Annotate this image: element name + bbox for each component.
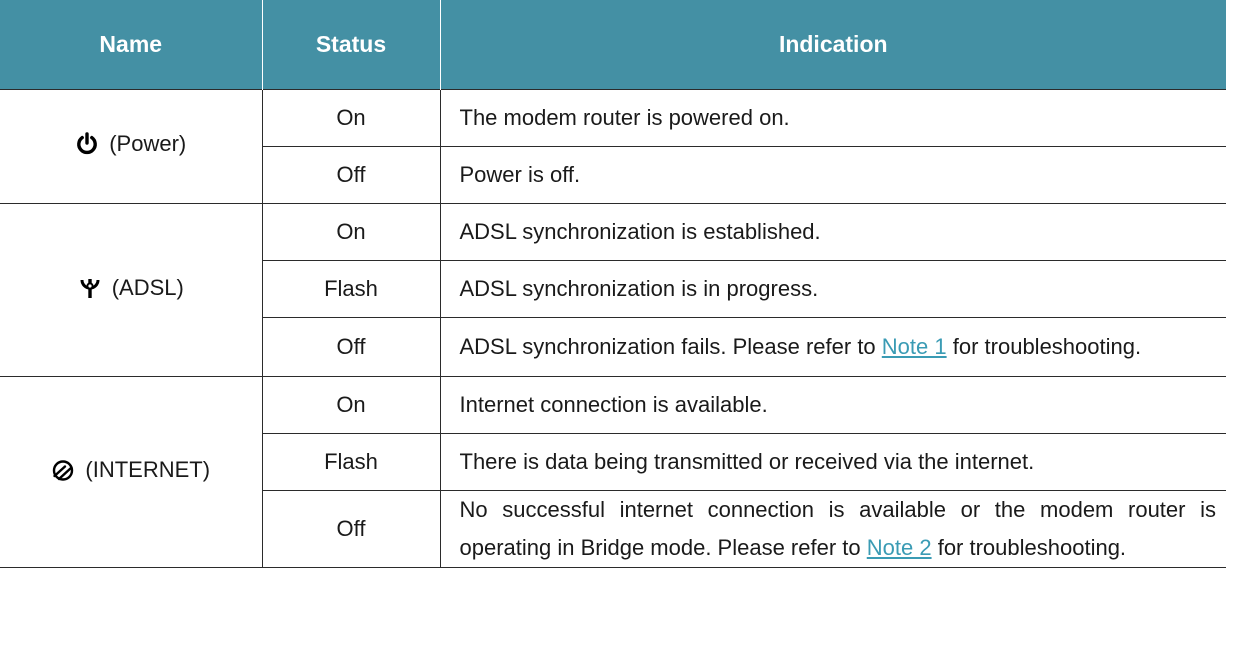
table-row: (INTERNET) On Internet connection is ava… [0, 376, 1226, 568]
indication-cell: ADSL synchronization is established. [439, 203, 1226, 261]
note-1-link[interactable]: Note 1 [882, 334, 947, 359]
status-cell: On [261, 89, 441, 147]
indication-text: ADSL synchronization fails. Please refer… [459, 334, 876, 359]
status-cell: Flash [262, 433, 441, 491]
status-cell: Off [262, 317, 441, 377]
table-header-row: Name Status Indication [0, 0, 1226, 90]
status-cell: On [261, 203, 441, 261]
adsl-icon [78, 276, 102, 300]
led-name-internet: (INTERNET) [0, 376, 263, 568]
status-cell: On [261, 376, 441, 434]
indication-cell: No successful internet connection is ava… [439, 490, 1226, 568]
indication-cell: There is data being transmitted or recei… [439, 433, 1226, 491]
led-label-adsl: (ADSL) [111, 274, 184, 300]
header-name: Name [0, 0, 262, 90]
indication-text: for troubleshooting. [937, 535, 1127, 560]
led-label-internet: (INTERNET) [85, 456, 211, 482]
indication-cell: ADSL synchronization fails. Please refer… [439, 317, 1226, 377]
indication-cell: Internet connection is available. [439, 376, 1226, 434]
led-name-power: (Power) [0, 89, 263, 204]
status-cell: Off [262, 490, 441, 568]
led-name-adsl: (ADSL) [0, 203, 263, 377]
table-row: (Power) On The modem router is powered o… [0, 89, 1226, 204]
note-2-link[interactable]: Note 2 [867, 535, 932, 560]
header-status: Status [261, 0, 440, 90]
indication-cell: The modem router is powered on. [439, 89, 1226, 147]
led-label-power: (Power) [109, 131, 187, 156]
status-cell: Off [262, 146, 441, 204]
table-row: (ADSL) On ADSL synchronization is establ… [0, 203, 1226, 377]
led-indication-table: Name Status Indication (Power) On The mo… [0, 0, 1226, 568]
status-cell: Flash [262, 260, 441, 318]
header-indication: Indication [439, 0, 1226, 90]
indication-cell: ADSL synchronization is in progress. [439, 260, 1226, 318]
internet-icon [51, 458, 75, 482]
indication-cell: Power is off. [439, 146, 1226, 204]
power-icon [75, 132, 99, 156]
indication-text: for troubleshooting. [952, 334, 1142, 359]
